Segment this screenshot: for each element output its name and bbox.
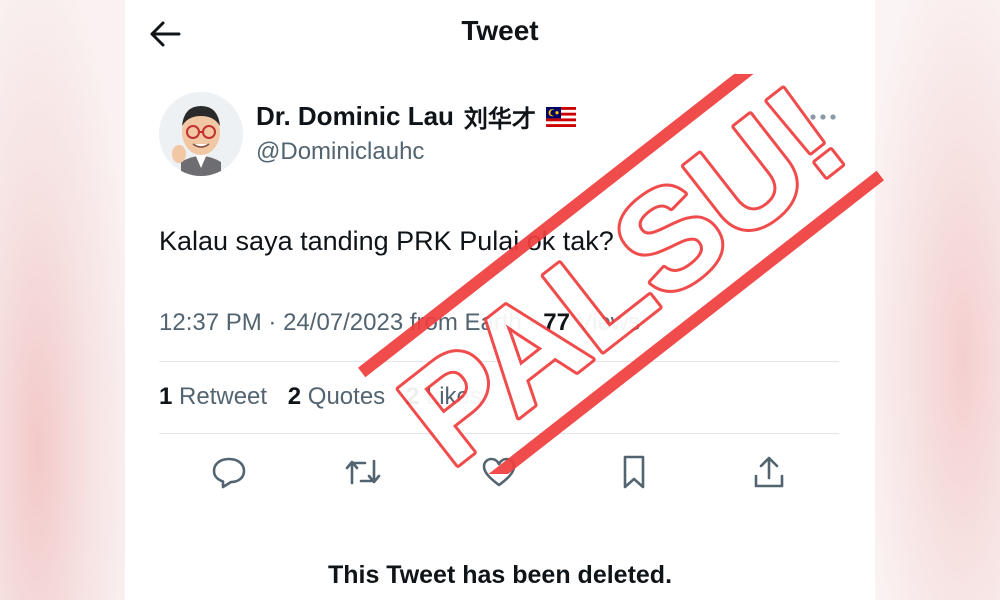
chinese-name[interactable]: 刘华才: [464, 99, 536, 134]
likes-label: Likes: [425, 383, 482, 410]
top-bar: Tweet: [125, 0, 875, 70]
avatar-image: [159, 92, 243, 176]
retweets-label: Retweet: [179, 383, 268, 410]
quotes-stat[interactable]: 2 Quotes: [288, 383, 385, 410]
tweet-date: 24/07/2023: [283, 309, 404, 336]
views-label: Views: [576, 309, 641, 336]
views-count: 77: [543, 309, 570, 336]
fake-stamp: PALSU!: [357, 74, 885, 474]
like-button[interactable]: [479, 452, 519, 492]
malaysia-flag-icon: [545, 106, 576, 127]
display-name[interactable]: Dr. Dominic Lau: [256, 101, 454, 132]
retweets-stat[interactable]: 1 Retweet: [159, 383, 267, 410]
more-icon: [810, 114, 836, 120]
reply-icon: [212, 457, 246, 489]
retweet-icon: [345, 459, 381, 485]
action-bar: [209, 452, 789, 492]
stamp-text: PALSU!: [372, 74, 871, 474]
share-icon: [754, 456, 784, 488]
likes-stat[interactable]: 2 Likes: [406, 383, 482, 410]
background-left: [0, 0, 125, 600]
background-right: [875, 0, 1000, 600]
likes-count: 2: [405, 383, 420, 410]
like-icon: [482, 457, 516, 487]
author-name-row[interactable]: Dr. Dominic Lau 刘华才: [256, 99, 576, 134]
deleted-notice: This Tweet has been deleted.: [327, 561, 673, 589]
retweets-count: 1: [159, 383, 173, 410]
bookmark-icon: [623, 455, 645, 489]
tweet-time: 12:37 PM: [159, 309, 262, 336]
meta-separator-2: ·: [528, 309, 537, 336]
divider-bottom: [159, 433, 839, 434]
bookmark-button[interactable]: [614, 452, 654, 492]
quotes-label: Quotes: [307, 383, 386, 410]
page-title: Tweet: [461, 15, 539, 46]
meta-separator: ·: [268, 309, 277, 336]
tweet-screen: Tweet Dr. Dominic Lau 刘华才 @Dominiclauhc …: [125, 0, 885, 600]
retweet-button[interactable]: [343, 452, 383, 492]
tweet-meta: 12:37 PM · 24/07/2023 from Earth · 77 Vi…: [159, 309, 640, 337]
tweet-source: from Earth: [409, 309, 522, 336]
user-handle[interactable]: @Dominiclauhc: [256, 138, 424, 166]
quotes-count: 2: [287, 383, 302, 410]
share-button[interactable]: [749, 452, 789, 492]
divider-top: [159, 361, 839, 362]
reply-button[interactable]: [209, 452, 249, 492]
tweet-text: Kalau saya tanding PRK Pulai ok tak?: [159, 226, 614, 256]
engagement-stats: 1 Retweet 2 Quotes 2 Likes: [159, 383, 496, 411]
more-options-button[interactable]: [805, 103, 841, 131]
avatar[interactable]: [159, 92, 243, 176]
